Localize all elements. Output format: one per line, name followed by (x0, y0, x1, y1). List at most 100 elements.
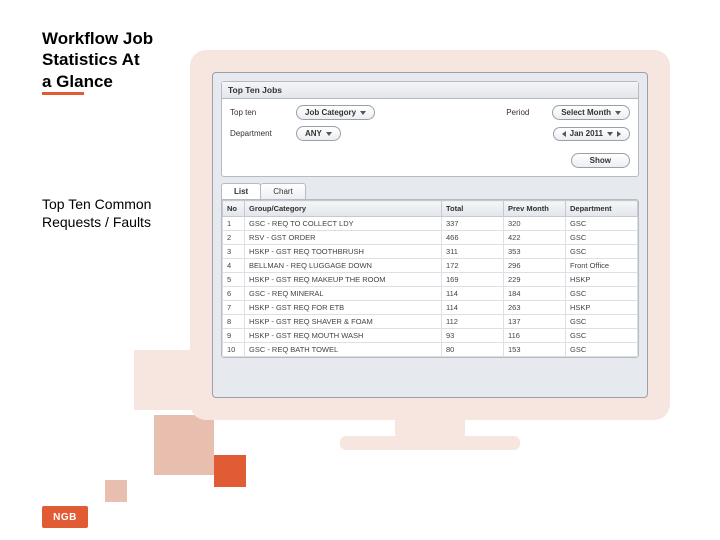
cell-total: 114 (442, 287, 504, 301)
table-row: 7HSKP - GST REQ FOR ETB114263HSKP (223, 301, 638, 315)
slide-subtitle: Top Ten Common Requests / Faults (42, 195, 172, 231)
department-dropdown[interactable]: ANY (296, 126, 341, 141)
cell-grp: GSC - REQ TO COLLECT LDY (245, 217, 442, 231)
month-value: Jan 2011 (570, 129, 603, 138)
cell-prev: 263 (504, 301, 566, 315)
period-value: Select Month (561, 108, 611, 117)
cell-prev: 153 (504, 343, 566, 357)
cell-no: 7 (223, 301, 245, 315)
cell-dept: Front Office (566, 259, 638, 273)
cell-total: 93 (442, 329, 504, 343)
tab-list[interactable]: List (221, 183, 261, 199)
cell-prev: 296 (504, 259, 566, 273)
department-label: Department (230, 129, 290, 138)
cell-no: 1 (223, 217, 245, 231)
topten-label: Top ten (230, 108, 290, 117)
decor-square (154, 415, 214, 475)
cell-grp: GSC - REQ MINERAL (245, 287, 442, 301)
cell-prev: 137 (504, 315, 566, 329)
cell-grp: HSKP - GST REQ SHAVER & FOAM (245, 315, 442, 329)
cell-prev: 320 (504, 217, 566, 231)
cell-dept: GSC (566, 329, 638, 343)
cell-total: 80 (442, 343, 504, 357)
slide-title: Workflow Job Statistics At a Glance (42, 28, 182, 95)
table-row: 9HSKP - GST REQ MOUTH WASH93116GSC (223, 329, 638, 343)
col-prev: Prev Month (504, 201, 566, 217)
col-grp: Group/Category (245, 201, 442, 217)
decor-square (134, 350, 194, 410)
cell-dept: HSKP (566, 301, 638, 315)
col-no: No (223, 201, 245, 217)
cell-no: 5 (223, 273, 245, 287)
cell-dept: GSC (566, 343, 638, 357)
tab-bar: List Chart (221, 183, 639, 199)
panel-heading: Top Ten Jobs (222, 82, 638, 99)
cell-no: 2 (223, 231, 245, 245)
title-line2a: a Gla (42, 71, 84, 95)
chevron-down-icon (326, 132, 332, 136)
cell-total: 311 (442, 245, 504, 259)
cell-total: 466 (442, 231, 504, 245)
col-total: Total (442, 201, 504, 217)
cell-no: 4 (223, 259, 245, 273)
month-picker[interactable]: Jan 2011 (553, 127, 630, 141)
cell-no: 10 (223, 343, 245, 357)
cell-grp: BELLMAN - REQ LUGGAGE DOWN (245, 259, 442, 273)
monitor-illustration: Top Ten Jobs Top ten Job Category Period… (190, 50, 670, 420)
decor-square (214, 455, 246, 487)
filter-area: Top ten Job Category Period Select Month (222, 99, 638, 153)
tab-chart[interactable]: Chart (260, 183, 306, 199)
decor-square (105, 480, 127, 502)
monitor-base (340, 436, 520, 450)
title-line2b: nce (84, 72, 113, 91)
chevron-down-icon (360, 111, 366, 115)
cell-grp: HSKP - GST REQ MAKEUP THE ROOM (245, 273, 442, 287)
show-button[interactable]: Show (571, 153, 630, 168)
chevron-right-icon (617, 131, 621, 137)
cell-total: 114 (442, 301, 504, 315)
cell-total: 112 (442, 315, 504, 329)
table-row: 5HSKP - GST REQ MAKEUP THE ROOM169229HSK… (223, 273, 638, 287)
cell-prev: 184 (504, 287, 566, 301)
show-row: Show (222, 153, 638, 176)
slide: Workflow Job Statistics At a Glance Top … (0, 0, 720, 540)
title-line1: Workflow Job Statistics At (42, 29, 153, 69)
cell-no: 6 (223, 287, 245, 301)
table-panel: No Group/Category Total Prev Month Depar… (221, 199, 639, 358)
filter-row-2: Department ANY Jan 2011 (230, 126, 630, 141)
cell-grp: GSC - REQ BATH TOWEL (245, 343, 442, 357)
results-table: No Group/Category Total Prev Month Depar… (222, 200, 638, 357)
cell-prev: 229 (504, 273, 566, 287)
table-row: 4BELLMAN - REQ LUGGAGE DOWN172296Front O… (223, 259, 638, 273)
cell-no: 3 (223, 245, 245, 259)
cell-dept: GSC (566, 245, 638, 259)
topten-value: Job Category (305, 108, 356, 117)
period-label: Period (506, 108, 546, 117)
cell-dept: GSC (566, 315, 638, 329)
cell-prev: 422 (504, 231, 566, 245)
period-dropdown[interactable]: Select Month (552, 105, 630, 120)
cell-no: 9 (223, 329, 245, 343)
topten-dropdown[interactable]: Job Category (296, 105, 375, 120)
cell-dept: GSC (566, 217, 638, 231)
cell-dept: GSC (566, 231, 638, 245)
cell-grp: HSKP - GST REQ TOOTHBRUSH (245, 245, 442, 259)
cell-dept: GSC (566, 287, 638, 301)
cell-grp: HSKP - GST REQ FOR ETB (245, 301, 442, 315)
cell-total: 172 (442, 259, 504, 273)
cell-prev: 353 (504, 245, 566, 259)
cell-dept: HSKP (566, 273, 638, 287)
cell-total: 337 (442, 217, 504, 231)
app-screen: Top Ten Jobs Top ten Job Category Period… (212, 72, 648, 398)
cell-grp: RSV - GST ORDER (245, 231, 442, 245)
col-dept: Department (566, 201, 638, 217)
table-row: 8HSKP - GST REQ SHAVER & FOAM112137GSC (223, 315, 638, 329)
table-row: 6GSC - REQ MINERAL114184GSC (223, 287, 638, 301)
cell-total: 169 (442, 273, 504, 287)
chevron-down-icon (607, 132, 613, 136)
table-row: 2RSV - GST ORDER466422GSC (223, 231, 638, 245)
logo: NGB (42, 506, 88, 528)
cell-prev: 116 (504, 329, 566, 343)
table-row: 10GSC - REQ BATH TOWEL80153GSC (223, 343, 638, 357)
monitor-neck (395, 412, 465, 438)
